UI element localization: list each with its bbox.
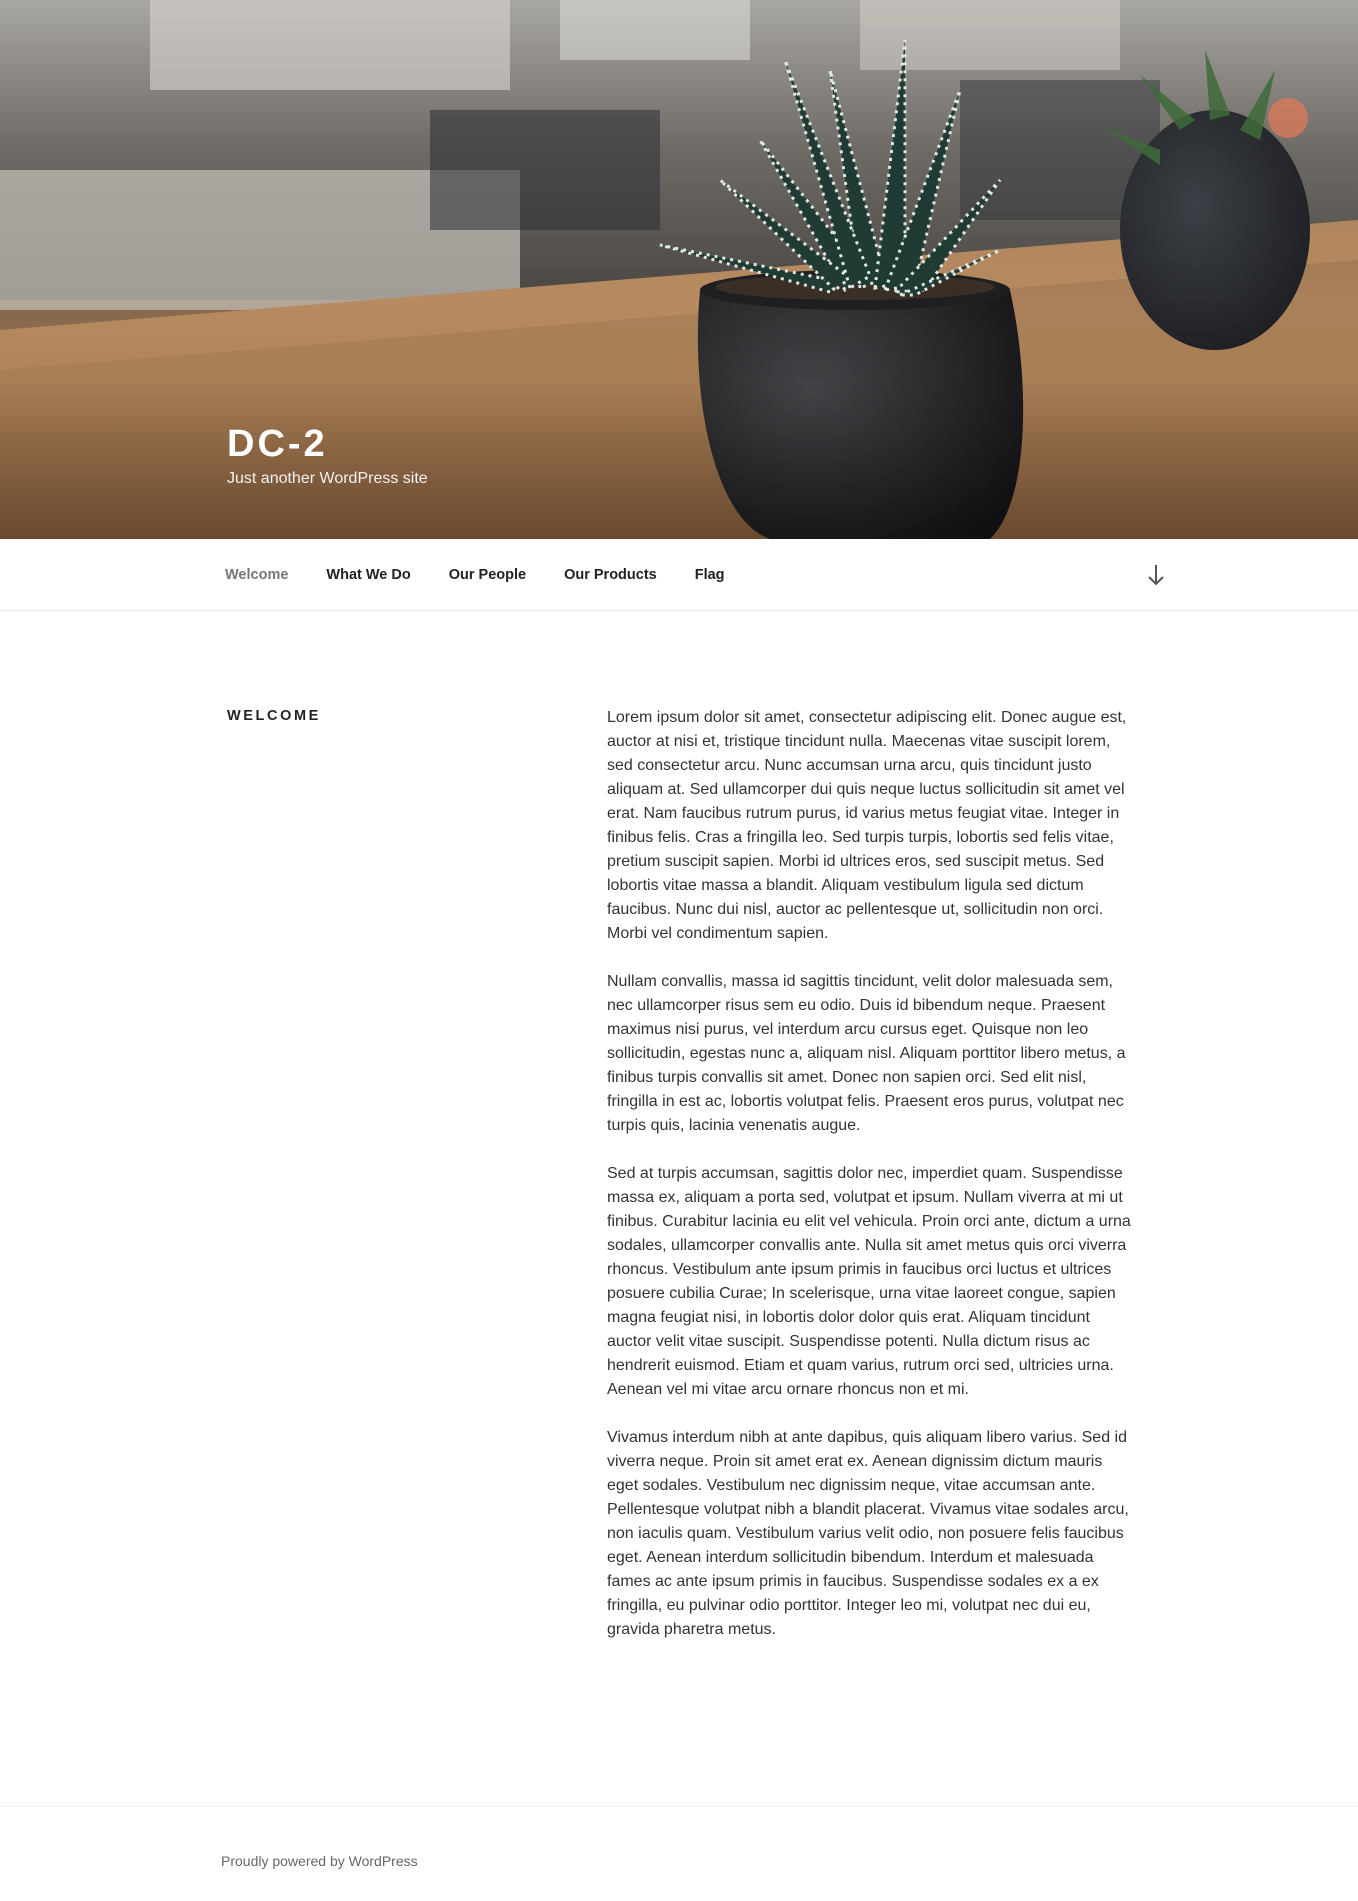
site-header: DC-2 Just another WordPress site xyxy=(0,0,1358,539)
paragraph: Lorem ipsum dolor sit amet, consectetur … xyxy=(607,709,1127,942)
entry-content: Lorem ipsum dolor sit amet, consectetur … xyxy=(607,706,1135,1666)
nav-item-welcome[interactable]: Welcome xyxy=(225,567,288,583)
page-title: WELCOME xyxy=(227,708,321,724)
site-footer: Proudly powered by WordPress xyxy=(0,1806,1358,1900)
nav-menu: Welcome What We Do Our People Our Produc… xyxy=(225,539,763,611)
paragraph: Sed at turpis accumsan, sagittis dolor n… xyxy=(607,1165,1131,1398)
arrow-down-icon[interactable] xyxy=(1146,561,1166,589)
header-image xyxy=(0,0,1358,539)
site-branding: DC-2 Just another WordPress site xyxy=(227,420,428,490)
site-description: Just another WordPress site xyxy=(227,470,428,487)
nav-item-what-we-do[interactable]: What We Do xyxy=(326,567,410,583)
powered-by-link[interactable]: Proudly powered by WordPress xyxy=(221,1853,418,1869)
main-navigation: Welcome What We Do Our People Our Produc… xyxy=(0,539,1358,611)
main-content: WELCOME Lorem ipsum dolor sit amet, cons… xyxy=(0,611,1358,1806)
paragraph: Vivamus interdum nibh at ante dapibus, q… xyxy=(607,1429,1129,1638)
site-title[interactable]: DC-2 xyxy=(227,420,428,468)
nav-item-flag[interactable]: Flag xyxy=(695,567,725,583)
nav-item-our-people[interactable]: Our People xyxy=(449,567,526,583)
nav-item-our-products[interactable]: Our Products xyxy=(564,567,657,583)
paragraph: Nullam convallis, massa id sagittis tinc… xyxy=(607,973,1126,1134)
